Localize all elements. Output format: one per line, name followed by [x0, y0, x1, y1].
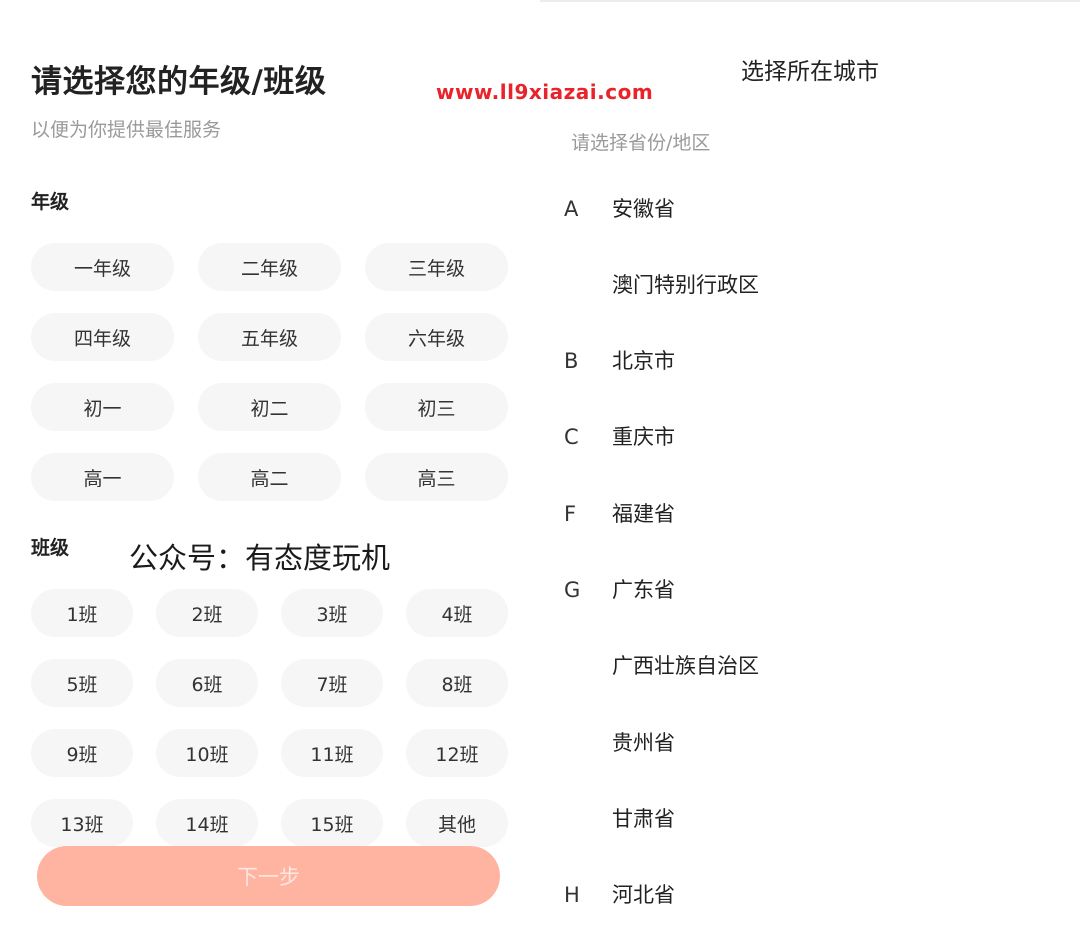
class-chip[interactable]: 12班	[406, 729, 508, 777]
province-name: 福建省	[612, 502, 675, 526]
city-select-panel: 选择所在城市 请选择省份/地区 A 安徽省 澳门特别行政区 B 北京市 C 重庆…	[540, 0, 1080, 925]
province-item[interactable]: F 福建省	[540, 484, 1080, 544]
province-name: 甘肃省	[612, 807, 675, 831]
province-name: 北京市	[612, 349, 675, 373]
province-item[interactable]: A 安徽省	[540, 179, 1080, 239]
province-item[interactable]: 澳门特别行政区	[540, 255, 1080, 315]
class-chip[interactable]: 11班	[281, 729, 383, 777]
wechat-watermark: 公众号：有态度玩机	[129, 541, 391, 575]
class-grid: 1班 2班 3班 4班 5班 6班 7班 8班 9班 10班 11班 12班 1…	[31, 589, 509, 847]
class-chip[interactable]: 15班	[281, 799, 383, 847]
grade-chip[interactable]: 一年级	[31, 243, 174, 291]
class-chip[interactable]: 3班	[281, 589, 383, 637]
province-name: 河北省	[612, 883, 675, 907]
grade-chip[interactable]: 高一	[31, 453, 174, 501]
grade-chip[interactable]: 五年级	[198, 313, 341, 361]
grade-section-label: 年级	[31, 191, 70, 213]
province-item[interactable]: 甘肃省	[540, 789, 1080, 849]
class-chip[interactable]: 10班	[156, 729, 258, 777]
class-section-label: 班级	[31, 537, 70, 559]
index-letter: G	[564, 578, 581, 602]
page-subtitle: 以便为你提供最佳服务	[31, 119, 222, 141]
grade-chip[interactable]: 三年级	[365, 243, 508, 291]
province-name: 澳门特别行政区	[612, 273, 759, 297]
grade-chip[interactable]: 初三	[365, 383, 508, 431]
class-chip[interactable]: 2班	[156, 589, 258, 637]
province-name: 安徽省	[612, 197, 675, 221]
class-chip[interactable]: 4班	[406, 589, 508, 637]
class-chip[interactable]: 5班	[31, 659, 133, 707]
grade-grid: 一年级 二年级 三年级 四年级 五年级 六年级 初一 初二 初三 高一 高二 高…	[31, 243, 509, 501]
class-chip[interactable]: 1班	[31, 589, 133, 637]
index-letter: B	[564, 349, 579, 373]
grade-chip[interactable]: 六年级	[365, 313, 508, 361]
index-letter: H	[564, 883, 580, 907]
class-chip[interactable]: 7班	[281, 659, 383, 707]
next-step-button[interactable]: 下一步	[37, 846, 500, 906]
grade-chip[interactable]: 高二	[198, 453, 341, 501]
index-letter: A	[564, 197, 579, 221]
top-divider	[540, 0, 1080, 2]
grade-chip[interactable]: 二年级	[198, 243, 341, 291]
grade-class-panel: 请选择您的年级/班级 以便为你提供最佳服务 年级 一年级 二年级 三年级 四年级…	[0, 0, 540, 925]
class-chip[interactable]: 14班	[156, 799, 258, 847]
province-name: 广西壮族自治区	[612, 654, 759, 678]
province-item[interactable]: G 广东省	[540, 560, 1080, 620]
grade-chip[interactable]: 四年级	[31, 313, 174, 361]
class-chip[interactable]: 8班	[406, 659, 508, 707]
city-panel-title: 选择所在城市	[741, 59, 879, 85]
page-title: 请选择您的年级/班级	[31, 64, 327, 100]
province-name: 重庆市	[612, 425, 675, 449]
class-chip[interactable]: 6班	[156, 659, 258, 707]
class-chip[interactable]: 13班	[31, 799, 133, 847]
grade-chip[interactable]: 高三	[365, 453, 508, 501]
province-name: 贵州省	[612, 731, 675, 755]
province-item[interactable]: C 重庆市	[540, 407, 1080, 467]
province-item[interactable]: 贵州省	[540, 713, 1080, 773]
class-chip[interactable]: 9班	[31, 729, 133, 777]
grade-chip[interactable]: 初一	[31, 383, 174, 431]
province-item[interactable]: B 北京市	[540, 331, 1080, 391]
province-name: 广东省	[612, 578, 675, 602]
province-hint: 请选择省份/地区	[571, 132, 711, 154]
province-item[interactable]: 广西壮族自治区	[540, 636, 1080, 696]
index-letter: C	[564, 425, 579, 449]
class-chip[interactable]: 其他	[406, 799, 508, 847]
grade-chip[interactable]: 初二	[198, 383, 341, 431]
province-item[interactable]: H 河北省	[540, 865, 1080, 925]
index-letter: F	[564, 502, 577, 526]
